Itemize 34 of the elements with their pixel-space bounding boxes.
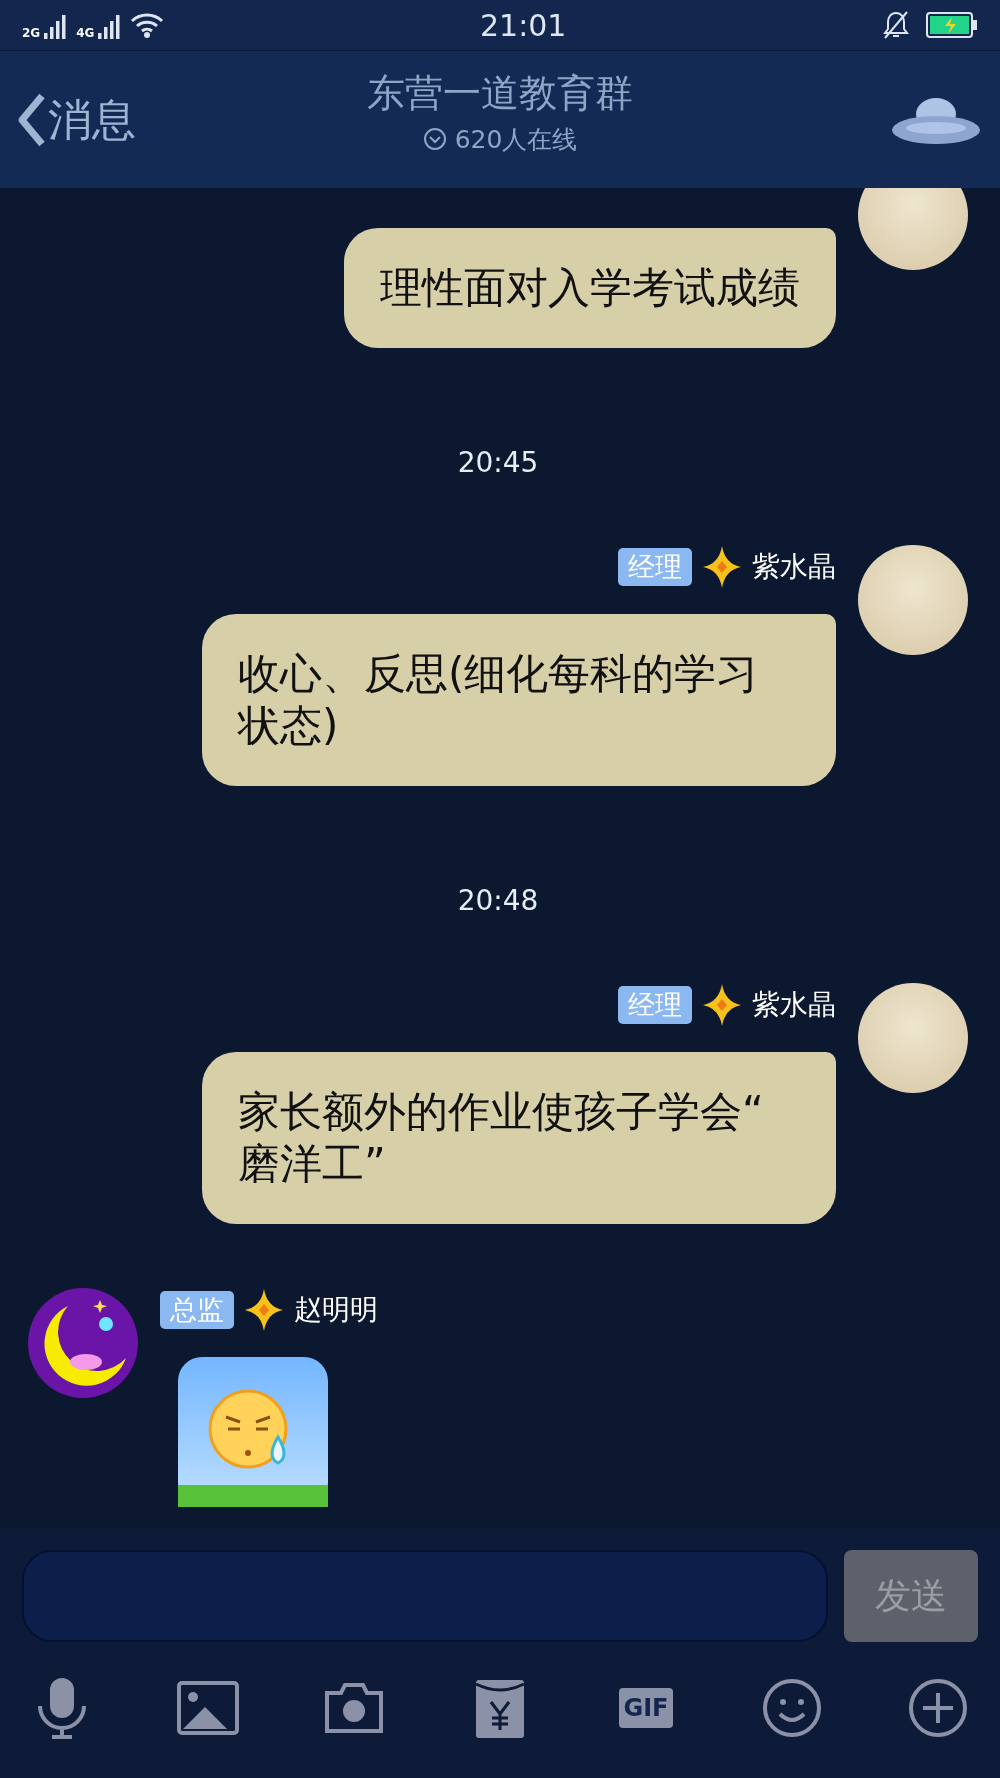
sender-name: 紫水晶: [752, 549, 836, 585]
microphone-icon[interactable]: [36, 1676, 88, 1740]
moon-avatar-drawing[interactable]: [28, 1288, 138, 1398]
network-type-label: 4G: [76, 27, 95, 39]
avatar-photo-placeholder[interactable]: [858, 188, 968, 270]
message-bubble: 理性面对入学考试成绩: [344, 228, 836, 348]
role-tag: 经理: [618, 986, 692, 1024]
sparkle-icon: [244, 1288, 284, 1332]
group-title: 东营一道教育群: [367, 71, 633, 117]
signal-icon: [98, 13, 123, 39]
add-button[interactable]: [906, 1676, 970, 1740]
message-input[interactable]: [22, 1550, 828, 1642]
sender-name: 赵明明: [294, 1292, 378, 1328]
role-tag: 经理: [618, 548, 692, 586]
role-tag: 总监: [160, 1291, 234, 1329]
muted-bell-icon: [882, 10, 910, 40]
back-button[interactable]: 消息: [0, 86, 136, 153]
wifi-icon: [130, 11, 165, 39]
timestamp: 20:45: [456, 445, 540, 480]
sparkle-icon: [702, 983, 742, 1027]
message-bubble: 家长额外的作业使孩子学会“磨洋工”: [202, 1052, 836, 1224]
sparkle-icon: [702, 545, 742, 589]
image-icon[interactable]: [177, 1681, 239, 1735]
online-count: 620人在线: [454, 123, 578, 156]
emoji-button[interactable]: [760, 1676, 824, 1740]
message-bubble: 收心、反思(细化每科的学习状态): [202, 614, 836, 786]
dropdown-circle-icon[interactable]: [422, 127, 447, 152]
timestamp: 20:48: [456, 883, 540, 918]
network-type-label: 2G: [22, 27, 41, 39]
sender-name: 紫水晶: [752, 987, 836, 1023]
camera-icon[interactable]: [323, 1681, 385, 1735]
battery-charging-icon: [926, 12, 978, 38]
signal-icon: [44, 13, 69, 39]
clock-time: 21:01: [479, 6, 567, 45]
